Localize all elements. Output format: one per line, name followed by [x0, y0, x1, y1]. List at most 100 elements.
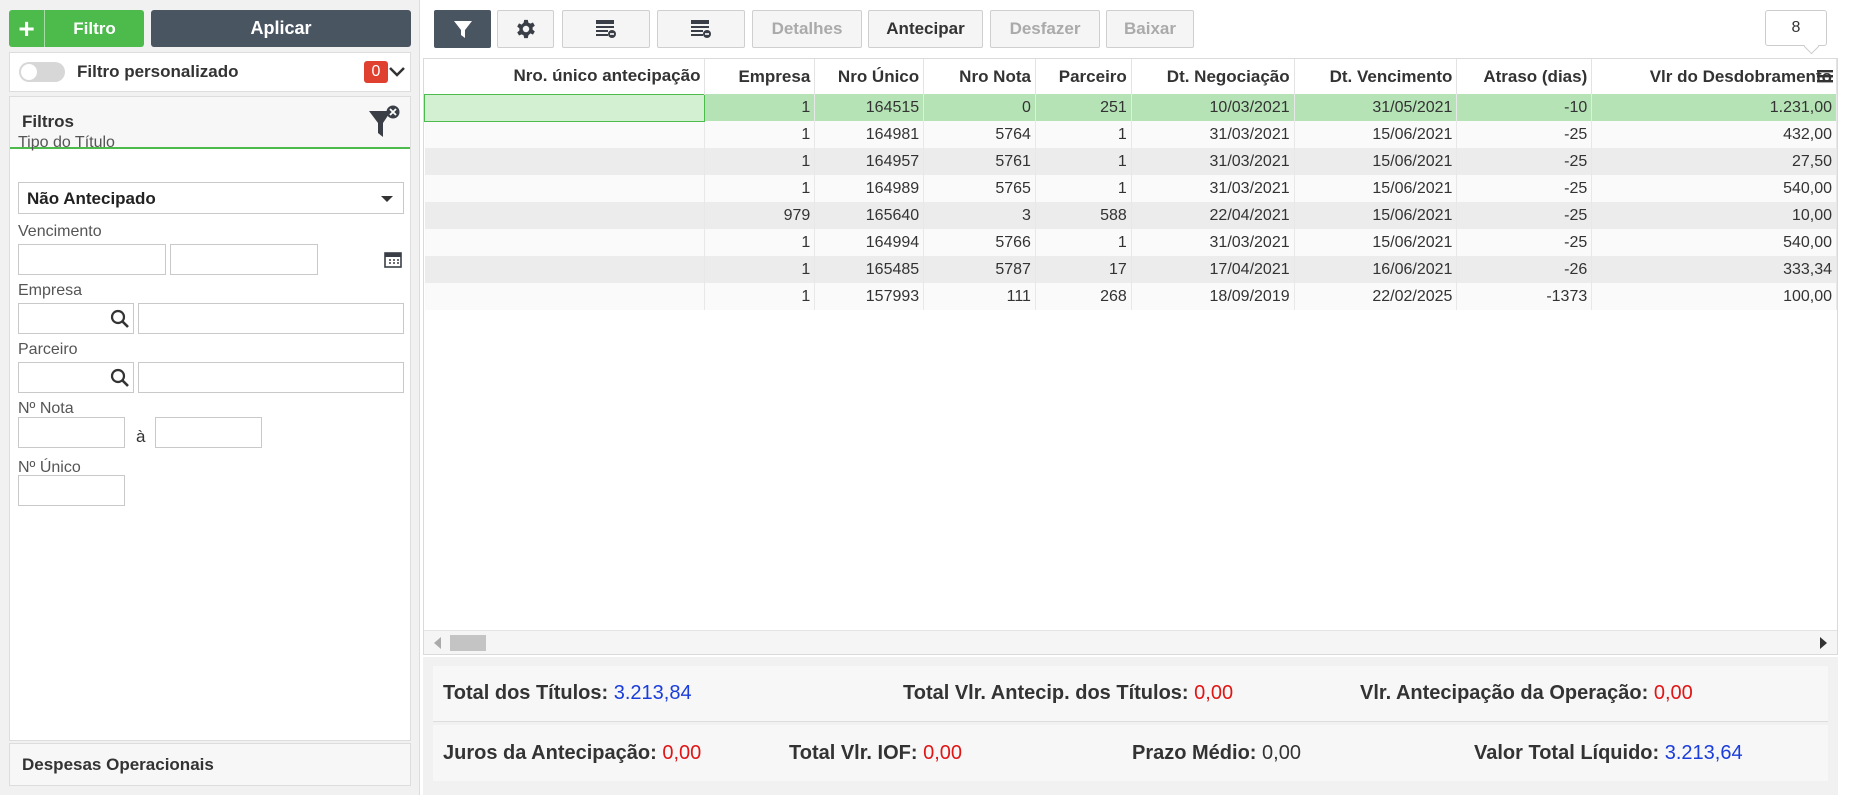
table-cell[interactable]: 979	[704, 202, 816, 229]
unico-input[interactable]	[18, 475, 125, 506]
table-cell[interactable]: 15/06/2021	[1294, 121, 1458, 148]
table-cell[interactable]: 17	[1035, 256, 1132, 283]
column-header[interactable]: Dt. Negociação	[1131, 59, 1295, 94]
table-cell[interactable]	[424, 256, 706, 283]
calendar-icon[interactable]	[384, 250, 402, 268]
table-cell[interactable]: 111	[923, 283, 1036, 310]
table-cell[interactable]: -25	[1456, 121, 1593, 148]
table-cell[interactable]: 164994	[814, 229, 925, 256]
add-filter-button[interactable]: + Filtro	[9, 10, 144, 47]
search-icon[interactable]	[109, 308, 131, 330]
column-header[interactable]: Empresa	[704, 59, 816, 94]
table-cell[interactable]: 31/03/2021	[1131, 229, 1295, 256]
table-cell[interactable]: 1	[1035, 148, 1132, 175]
apply-button[interactable]: Aplicar	[151, 10, 411, 47]
table-cell[interactable]: 1	[1035, 121, 1132, 148]
config-columns-button[interactable]	[562, 10, 650, 48]
table-cell[interactable]: 5787	[923, 256, 1036, 283]
desfazer-button[interactable]: Desfazer	[990, 10, 1100, 48]
column-header[interactable]: Parceiro	[1035, 59, 1132, 94]
scroll-right-arrow-icon[interactable]	[1820, 637, 1827, 649]
table-row[interactable]: 1 164981 5764 1 31/03/2021 15/06/2021 -25 432,0…	[424, 121, 1837, 148]
table-cell[interactable]: 157993	[814, 283, 925, 310]
table-cell[interactable]: -25	[1456, 175, 1593, 202]
table-cell[interactable]: 165640	[814, 202, 925, 229]
table-cell[interactable]: 31/03/2021	[1131, 175, 1295, 202]
table-cell[interactable]: 165485	[814, 256, 925, 283]
table-cell[interactable]	[424, 202, 706, 229]
table-cell[interactable]: 164957	[814, 148, 925, 175]
config-layout-button[interactable]	[657, 10, 745, 48]
column-header[interactable]: Atraso (dias)	[1456, 59, 1593, 94]
table-cell[interactable]: 540,00	[1591, 175, 1837, 202]
table-cell[interactable]: 17/04/2021	[1131, 256, 1295, 283]
chevron-down-icon[interactable]	[388, 61, 406, 83]
despesas-operacionais-section[interactable]: Despesas Operacionais	[9, 743, 411, 786]
table-cell[interactable]: 164989	[814, 175, 925, 202]
table-cell[interactable]: 164515	[814, 94, 925, 121]
table-cell[interactable]: 268	[1035, 283, 1132, 310]
column-header[interactable]: Nro Nota	[923, 59, 1036, 94]
antecipar-button[interactable]: Antecipar	[868, 10, 983, 48]
table-row[interactable]: 1 164957 5761 1 31/03/2021 15/06/2021 -25 27,50	[424, 148, 1837, 175]
table-cell[interactable]: 5761	[923, 148, 1036, 175]
toggle-filter-button[interactable]	[434, 10, 491, 48]
column-header[interactable]: Dt. Vencimento	[1294, 59, 1458, 94]
table-cell[interactable]: 18/09/2019	[1131, 283, 1295, 310]
table-cell[interactable]: 5766	[923, 229, 1036, 256]
table-cell[interactable]: 1	[704, 256, 816, 283]
table-cell[interactable]: 27,50	[1591, 148, 1837, 175]
parceiro-name-input[interactable]	[138, 362, 404, 393]
details-button[interactable]: Detalhes	[752, 10, 862, 48]
table-cell[interactable]: 31/05/2021	[1294, 94, 1458, 121]
vencimento-from-input[interactable]	[18, 244, 166, 275]
table-cell[interactable]: 1	[1035, 229, 1132, 256]
table-cell[interactable]: 432,00	[1591, 121, 1837, 148]
table-cell[interactable]: 540,00	[1591, 229, 1837, 256]
table-row[interactable]: 1 157993 111 268 18/09/2019 22/02/2025 -1373 10…	[424, 283, 1837, 310]
table-cell[interactable]: 588	[1035, 202, 1132, 229]
custom-filter-toggle[interactable]	[19, 62, 65, 82]
table-cell[interactable]: 0	[923, 94, 1036, 121]
table-cell[interactable]: -25	[1456, 202, 1593, 229]
table-cell[interactable]	[424, 229, 706, 256]
table-row[interactable]: 1 164994 5766 1 31/03/2021 15/06/2021 -25 540,0…	[424, 229, 1837, 256]
table-cell[interactable]	[424, 148, 706, 175]
empresa-code-field[interactable]	[18, 303, 134, 334]
table-cell[interactable]: -26	[1456, 256, 1593, 283]
settings-button[interactable]	[497, 10, 554, 48]
table-cell[interactable]: 1	[704, 175, 816, 202]
table-cell[interactable]: 31/03/2021	[1131, 121, 1295, 148]
table-cell[interactable]: 22/04/2021	[1131, 202, 1295, 229]
column-header[interactable]: Nro. único antecipação	[424, 59, 706, 94]
tipo-titulo-select[interactable]: Não Antecipado	[18, 182, 404, 214]
table-cell[interactable]	[424, 283, 706, 310]
search-icon[interactable]	[109, 367, 131, 389]
table-cell[interactable]: -25	[1456, 148, 1593, 175]
table-row[interactable]: 1 164989 5765 1 31/03/2021 15/06/2021 -25 540,0…	[424, 175, 1837, 202]
table-cell[interactable]: 1	[704, 148, 816, 175]
table-cell[interactable]: 1	[704, 94, 816, 121]
table-cell[interactable]: 15/06/2021	[1294, 202, 1458, 229]
empresa-name-input[interactable]	[138, 303, 404, 334]
column-header[interactable]: Nro Único	[814, 59, 925, 94]
table-row[interactable]: 979 165640 3 588 22/04/2021 15/06/2021 -25 10,0…	[424, 202, 1837, 229]
scroll-thumb[interactable]	[450, 635, 486, 651]
vencimento-to-input[interactable]	[170, 244, 318, 275]
column-menu-icon[interactable]	[1817, 69, 1833, 83]
table-cell[interactable]: -10	[1456, 94, 1593, 121]
nota-from-input[interactable]	[18, 417, 125, 448]
table-cell[interactable]: 100,00	[1591, 283, 1837, 310]
parceiro-code-field[interactable]	[18, 362, 134, 393]
table-cell[interactable]: -1373	[1456, 283, 1593, 310]
table-cell[interactable]: 1.231,00	[1591, 94, 1837, 121]
table-cell[interactable]	[424, 121, 706, 148]
table-cell[interactable]: 22/02/2025	[1294, 283, 1458, 310]
column-header[interactable]: Vlr do Desdobramento	[1591, 59, 1837, 94]
table-cell[interactable]	[424, 175, 706, 202]
table-cell[interactable]	[424, 93, 706, 122]
table-cell[interactable]: 1	[704, 121, 816, 148]
table-cell[interactable]: 251	[1035, 94, 1132, 121]
table-cell[interactable]: 15/06/2021	[1294, 148, 1458, 175]
table-cell[interactable]: 5764	[923, 121, 1036, 148]
